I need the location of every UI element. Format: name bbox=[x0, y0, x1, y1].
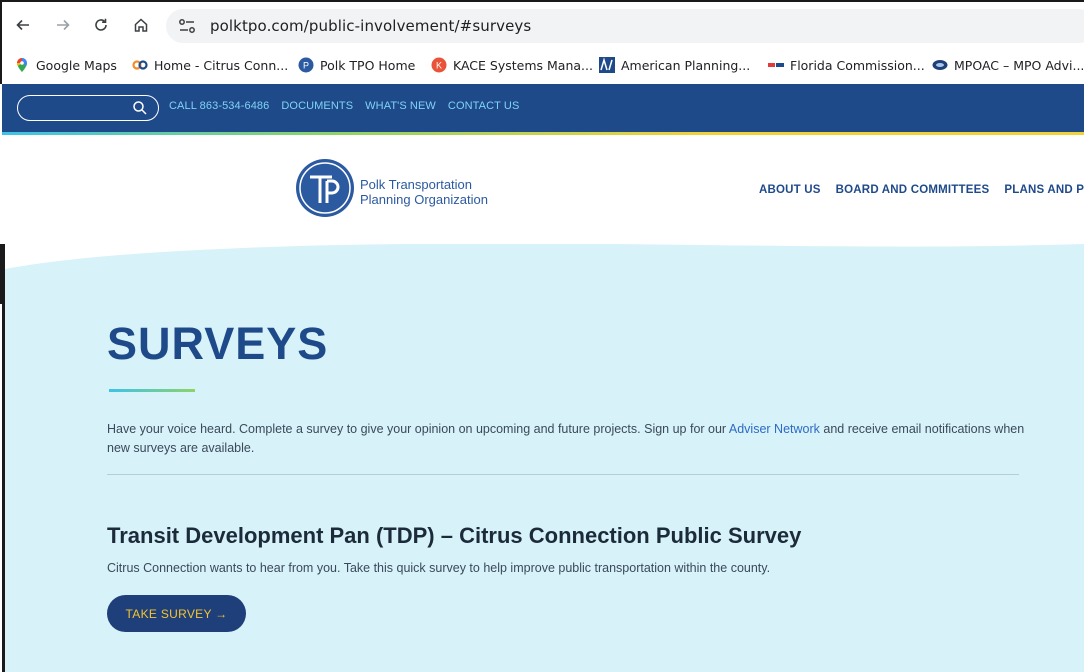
reload-button[interactable] bbox=[88, 12, 114, 38]
mpoac-icon bbox=[932, 60, 948, 70]
logo-wordmark: Polk Transportation Planning Organizatio… bbox=[360, 177, 488, 207]
home-button[interactable] bbox=[128, 12, 154, 38]
title-underline bbox=[109, 389, 195, 392]
survey-title: Transit Development Pan (TDP) – Citrus C… bbox=[107, 523, 802, 548]
reload-icon bbox=[95, 18, 107, 31]
logo-line-2: Planning Organization bbox=[360, 192, 488, 207]
bookmark-label: KACE Systems Mana... bbox=[453, 57, 593, 73]
polk-tpo-logo[interactable] bbox=[294, 157, 356, 219]
forward-arrow-icon bbox=[57, 19, 70, 31]
survey-description: Citrus Connection wants to hear from you… bbox=[107, 561, 771, 575]
nav-about-us[interactable]: ABOUT US bbox=[759, 184, 821, 196]
page-title: SURVEYS bbox=[107, 318, 329, 369]
bookmark-label: Home - Citrus Conn... bbox=[154, 57, 289, 73]
browser-toolbar: polktpo.com/public-involvement/#surveys bbox=[0, 0, 1084, 48]
bookmarks-bar: Google Maps Home - Citrus Conn... P Polk… bbox=[0, 48, 1084, 84]
svg-text:P: P bbox=[303, 61, 309, 71]
documents-link[interactable]: DOCUMENTS bbox=[281, 100, 353, 112]
nav-plans-and-programs[interactable]: PLANS AND PRO bbox=[1004, 184, 1084, 196]
nav-board-and-committees[interactable]: BOARD AND COMMITTEES bbox=[836, 184, 990, 196]
contact-us-link[interactable]: CONTACT US bbox=[448, 100, 520, 112]
section-divider bbox=[107, 474, 1019, 475]
bookmark-florida-commission[interactable]: Florida Commission... bbox=[768, 57, 925, 73]
logo-line-1: Polk Transportation bbox=[360, 177, 473, 192]
whats-new-link[interactable]: WHAT'S NEW bbox=[365, 100, 436, 112]
site-utility-bar: CALL 863-534-6486 DOCUMENTS WHAT'S NEW C… bbox=[2, 84, 1084, 132]
forward-button[interactable] bbox=[50, 12, 76, 38]
intro-text: Have your voice heard. Complete a survey… bbox=[107, 420, 1037, 458]
bookmark-label: Polk TPO Home bbox=[320, 57, 416, 73]
bookmark-polk-tpo[interactable]: P Polk TPO Home bbox=[298, 57, 415, 73]
bookmark-label: MPOAC – MPO Advi... bbox=[954, 57, 1084, 73]
header-wave-divider bbox=[0, 244, 1084, 304]
home-icon bbox=[134, 18, 148, 32]
address-bar[interactable]: polktpo.com/public-involvement/#surveys bbox=[166, 9, 1084, 43]
main-nav: ABOUT US BOARD AND COMMITTEES PLANS AND … bbox=[759, 184, 1084, 196]
site-settings-icon[interactable] bbox=[178, 18, 196, 34]
url-text: polktpo.com/public-involvement/#surveys bbox=[210, 17, 532, 35]
florida-commission-icon bbox=[768, 62, 784, 68]
polk-tpo-icon: P bbox=[298, 57, 314, 73]
site-search-input[interactable] bbox=[17, 95, 159, 121]
bookmark-label: Florida Commission... bbox=[790, 57, 925, 73]
back-arrow-icon bbox=[16, 19, 29, 31]
bookmark-label: Google Maps bbox=[36, 57, 117, 73]
bookmark-american-planning[interactable]: American Planning... bbox=[599, 57, 750, 73]
intro-text-start: Have your voice heard. Complete a survey… bbox=[107, 422, 729, 436]
take-survey-label: TAKE SURVEY → bbox=[125, 606, 228, 621]
kace-icon: K bbox=[431, 57, 447, 73]
citrus-connection-icon bbox=[132, 60, 148, 70]
bookmark-citrus-connection[interactable]: Home - Citrus Conn... bbox=[132, 57, 288, 73]
adviser-network-link[interactable]: Adviser Network bbox=[729, 422, 820, 436]
take-survey-button[interactable]: TAKE SURVEY → bbox=[107, 595, 246, 632]
call-link[interactable]: CALL 863-534-6486 bbox=[169, 100, 269, 112]
search-icon[interactable] bbox=[132, 100, 148, 116]
bookmark-kace[interactable]: K KACE Systems Mana... bbox=[431, 57, 593, 73]
back-button[interactable] bbox=[10, 12, 36, 38]
utility-links: CALL 863-534-6486 DOCUMENTS WHAT'S NEW C… bbox=[169, 100, 519, 112]
bookmark-google-maps[interactable]: Google Maps bbox=[14, 57, 117, 73]
bookmark-mpoac[interactable]: MPOAC – MPO Advi... bbox=[932, 57, 1084, 73]
svg-text:K: K bbox=[436, 61, 442, 71]
google-maps-icon bbox=[17, 58, 27, 72]
apa-icon bbox=[599, 57, 615, 73]
bookmark-label: American Planning... bbox=[621, 57, 751, 73]
